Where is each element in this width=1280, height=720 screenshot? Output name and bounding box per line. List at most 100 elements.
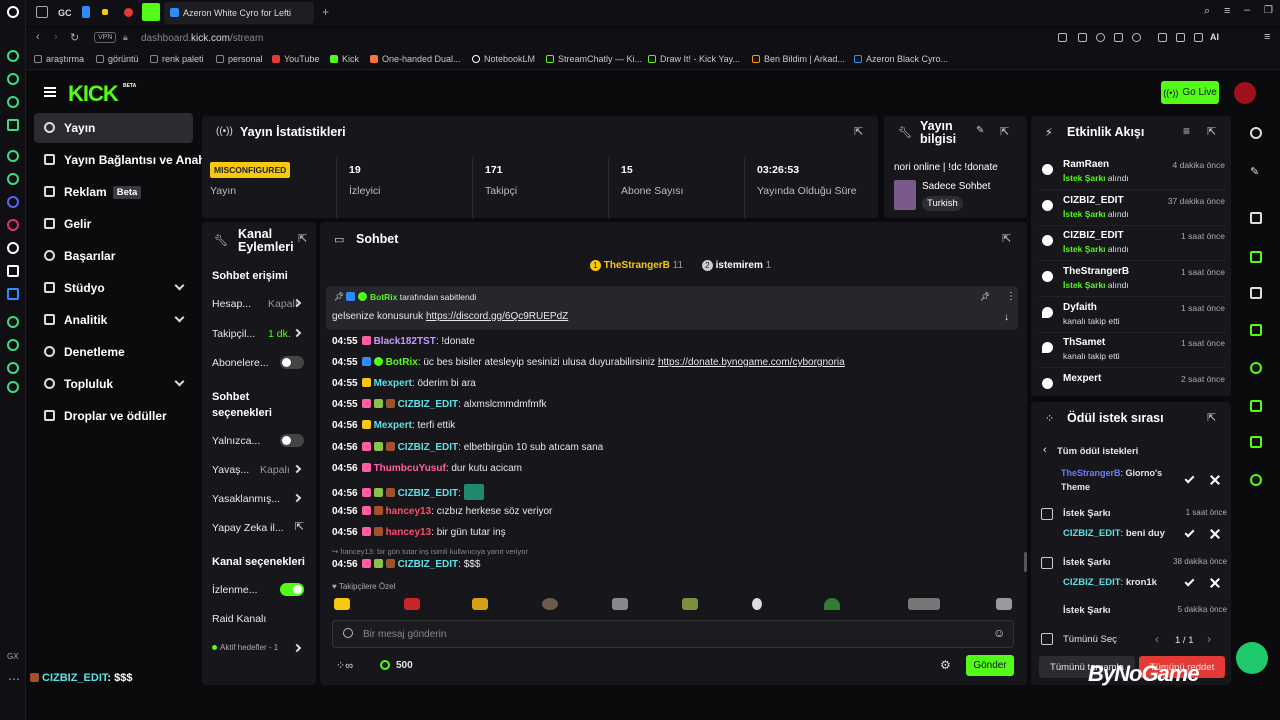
app-icon[interactable] xyxy=(7,288,19,300)
popout-icon[interactable]: ⇱ xyxy=(1207,125,1216,138)
tab-icon[interactable] xyxy=(124,8,133,17)
approve-icon[interactable] xyxy=(1184,576,1195,587)
ai-moderation-row[interactable]: Yapay Zeka il... xyxy=(212,522,308,534)
event-item[interactable]: CIZBIZ_EDIT İstek Şarkı alındı 37 dakika ö… xyxy=(1039,192,1225,226)
emote-picker-icon[interactable] xyxy=(343,628,353,638)
filter-icon[interactable]: ≡ xyxy=(1183,124,1190,138)
bookmark-item[interactable]: personal xyxy=(216,54,263,64)
bookmark-item[interactable]: renk paleti xyxy=(150,54,204,64)
sidebar-item-gelir[interactable]: Gelir xyxy=(34,209,193,239)
download-icon[interactable] xyxy=(1194,33,1203,42)
history-icon[interactable] xyxy=(7,339,19,351)
avatar[interactable] xyxy=(1234,82,1256,104)
wrench-icon[interactable] xyxy=(1250,436,1262,448)
sidebar-item-yayin[interactable]: Yayın xyxy=(34,113,193,143)
chat-message[interactable]: 04:56 CIZBIZ_EDIT: xyxy=(332,484,487,500)
search-icon[interactable]: ⌕ xyxy=(1204,5,1210,18)
instagram-icon[interactable] xyxy=(7,219,19,231)
external-link-icon[interactable]: ⇱ xyxy=(295,520,304,533)
all-rewards-link[interactable]: Tüm ödül istekleri xyxy=(1057,446,1138,457)
community-icon[interactable] xyxy=(1250,474,1262,486)
tab-icon[interactable] xyxy=(102,9,108,15)
extension-icon[interactable] xyxy=(1158,33,1167,42)
watch-toggle[interactable] xyxy=(280,583,304,596)
bookmark-item[interactable]: StreamChatly — Ki... xyxy=(546,54,642,64)
event-item[interactable]: CIZBIZ_EDIT İstek Şarkı alındı 1 saat önce xyxy=(1039,227,1225,261)
clock-icon[interactable] xyxy=(7,362,19,374)
event-item[interactable]: Mexpert 2 saat önce xyxy=(1039,370,1225,396)
sidebar-item-reklam[interactable]: Reklam Beta xyxy=(34,177,193,207)
sidebar-item-droplar[interactable]: Droplar ve ödüller xyxy=(34,401,193,431)
vpn-badge[interactable]: VPN xyxy=(94,32,117,43)
extension-icon[interactable] xyxy=(1176,33,1185,42)
extension-icon[interactable] xyxy=(1058,33,1067,42)
popout-icon[interactable]: ⇱ xyxy=(298,232,307,245)
broadcast-icon[interactable] xyxy=(1250,362,1262,374)
bookmark-item[interactable]: Ben Bildim | Arkad... xyxy=(752,54,845,64)
chat-message[interactable]: 04:56 hancey13: cızbız herkese söz veriyo… xyxy=(332,506,552,517)
player-icon[interactable] xyxy=(7,316,19,328)
info-icon[interactable] xyxy=(1250,127,1262,139)
emote[interactable] xyxy=(824,598,840,610)
chat-message[interactable]: 04:55 CIZBIZ_EDIT: alxmslcmmdmfmfk xyxy=(332,399,546,410)
whatsapp-icon[interactable] xyxy=(7,173,19,185)
popout-icon[interactable]: ⇱ xyxy=(1002,232,1011,245)
maximize-icon[interactable]: ❐ xyxy=(1264,5,1273,16)
lightning-icon[interactable] xyxy=(1250,251,1262,263)
subscribers-only-toggle[interactable] xyxy=(280,356,304,369)
chat-input[interactable]: Bir mesaj gönderin ☺ xyxy=(332,620,1014,648)
emote[interactable] xyxy=(404,598,420,610)
community-icon[interactable]: ⁘∞ xyxy=(336,659,353,672)
reject-icon[interactable] xyxy=(1209,474,1221,486)
kick-logo[interactable]: KICK xyxy=(68,81,119,107)
chat-message[interactable]: 04:56 hancey13: bir gün tutar inş xyxy=(332,527,506,538)
prev-page-icon[interactable]: ‹ xyxy=(1155,632,1159,646)
ai-button[interactable]: AI xyxy=(1210,32,1219,42)
reject-icon[interactable] xyxy=(1209,528,1221,540)
sidebar-item-analitik[interactable]: Analitik xyxy=(34,305,193,335)
chat-message[interactable]: 04:55 Mexpert: öderim bi ara xyxy=(332,378,476,389)
emote[interactable] xyxy=(472,598,488,610)
scrollbar[interactable] xyxy=(1024,552,1027,572)
back-icon[interactable]: ‹ xyxy=(36,31,40,43)
discord-app-icon[interactable] xyxy=(7,196,19,208)
speed-dial-icon[interactable] xyxy=(7,50,19,62)
menu-icon[interactable]: ≡ xyxy=(1224,5,1230,17)
reload-icon[interactable]: ↻ xyxy=(70,31,79,44)
emote[interactable] xyxy=(612,598,628,610)
bookmark-item[interactable]: NotebookLM xyxy=(472,54,535,64)
event-item[interactable]: ThSamet kanalı takip etti 1 saat önce xyxy=(1039,334,1225,368)
emote[interactable] xyxy=(682,598,698,610)
settings-icon[interactable] xyxy=(7,381,19,393)
cleaner-icon[interactable] xyxy=(7,96,19,108)
bookmark-item[interactable]: araştırma xyxy=(34,54,84,64)
next-page-icon[interactable]: › xyxy=(1207,632,1211,646)
minimize-icon[interactable]: – xyxy=(1244,4,1250,16)
new-tab-icon[interactable]: + xyxy=(322,5,329,19)
tab-icon[interactable] xyxy=(36,6,48,18)
heart-icon[interactable] xyxy=(1132,33,1141,42)
chat-icon[interactable] xyxy=(1250,324,1262,336)
emote[interactable] xyxy=(996,598,1012,610)
bookmark-item[interactable]: Draw It! - Kick Yay... xyxy=(648,54,740,64)
emoji-icon[interactable]: ☺ xyxy=(993,626,1005,640)
chat-message[interactable]: 04:55 BotRix: üc bes bisiler atesleyip se… xyxy=(332,357,845,368)
emote[interactable] xyxy=(334,598,350,610)
tab-gc[interactable]: GC xyxy=(58,8,72,18)
browser-menu-icon[interactable]: ≡ xyxy=(1264,31,1270,43)
chat-message[interactable]: 04:56 ThumbcuYusuf: dur kutu acicam xyxy=(332,463,522,474)
emote[interactable] xyxy=(908,598,940,610)
popout-icon[interactable]: ⇱ xyxy=(1207,411,1216,424)
extension-icon[interactable] xyxy=(1114,33,1123,42)
chat-message[interactable]: 04:56 Mexpert: terfi ettik xyxy=(332,420,455,431)
url-field[interactable]: dashboard.kick.com/stream xyxy=(141,33,263,44)
edit-icon[interactable]: ✎ xyxy=(976,125,984,136)
opera-gx-logo-icon[interactable] xyxy=(7,6,19,18)
go-live-button[interactable]: ((•)) Go Live xyxy=(1161,81,1219,104)
edit-icon[interactable]: ✎ xyxy=(1250,165,1262,178)
kick-tab-icon[interactable] xyxy=(142,3,160,21)
select-all-checkbox[interactable] xyxy=(1041,633,1053,645)
emote[interactable] xyxy=(542,598,558,610)
bookmark-item[interactable]: Azeron Black Cyro... xyxy=(854,54,948,64)
request-checkbox[interactable] xyxy=(1041,508,1053,520)
